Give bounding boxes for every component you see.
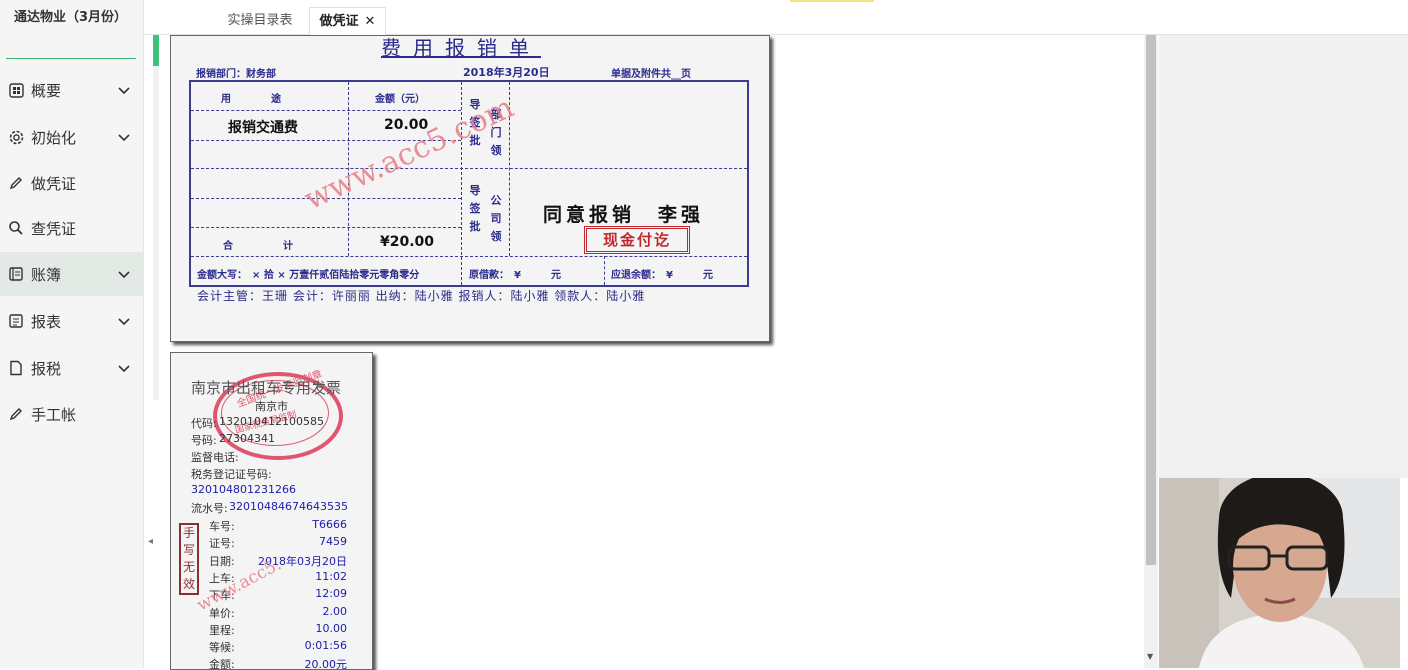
sidebar-item-label: 账簿 xyxy=(31,265,62,284)
receipt-field-value: T6666 xyxy=(312,518,347,531)
number-value: 27304341 xyxy=(219,432,275,445)
tab-bar: 实操目录表 做凭证 ✕ xyxy=(144,0,1408,36)
amount-in-words: 金额大写： × 拾 × 万壹仟贰佰陆拾零元零角零分 xyxy=(197,270,420,281)
collapse-sidebar-icon[interactable]: ◂ xyxy=(148,536,153,547)
sidebar-item-ledger[interactable]: 账簿 xyxy=(0,252,143,296)
phone-label: 监督电话: xyxy=(191,451,239,464)
tax-reg-value: 320104801231266 xyxy=(191,483,296,496)
receipt-field-value: 12:09 xyxy=(315,587,347,601)
sidebar-item-label: 报表 xyxy=(31,312,62,331)
receipt-field-value: 11:02 xyxy=(315,569,347,583)
pen-icon xyxy=(7,174,25,192)
chevron-down-icon xyxy=(118,271,130,279)
scrollbar-thumb[interactable] xyxy=(1146,35,1156,565)
pen-icon xyxy=(7,405,25,423)
leader-sign-b: 导签批 xyxy=(469,184,481,233)
sidebar-item-overview[interactable]: 概要 xyxy=(0,68,143,112)
sidebar-item-init[interactable]: 初始化 xyxy=(0,115,143,159)
close-icon[interactable]: ✕ xyxy=(365,14,376,29)
code-label: 代码: xyxy=(191,417,217,430)
form-signers: 会计主管：王珊 会计：许丽丽 出纳：陆小雅 报销人：陆小雅 领款人：陆小雅 xyxy=(197,289,646,303)
taxi-receipt: 全国统一发票监制章 国家税务局监制 南京市出租车专用发票 南京市 代码: 132… xyxy=(170,352,373,670)
top-accent xyxy=(790,0,874,2)
column-amount: 金额（元） xyxy=(375,94,425,105)
refund-amount: 应退余额： ¥ 元 xyxy=(611,270,713,281)
content-left-border xyxy=(153,35,159,400)
company-leader-label: 公司领 xyxy=(490,194,502,243)
receipt-field-label: 里程: xyxy=(209,623,235,637)
receipt-field-label: 证号: xyxy=(209,537,235,551)
receipt-field-value: 2.00 xyxy=(322,604,348,618)
receipt-field-label: 等候: xyxy=(209,641,235,655)
receipt-field-value: 7459 xyxy=(319,535,347,549)
handwrite-invalid-stamp: 手写无效 xyxy=(179,523,199,595)
sidebar-item-make-voucher[interactable]: 做凭证 xyxy=(0,161,143,205)
search-icon xyxy=(7,219,25,237)
receipt-field-value: 10.00 xyxy=(315,621,348,635)
row-usage: 报销交通费 xyxy=(228,120,298,136)
tab-make-voucher[interactable]: 做凭证 ✕ xyxy=(309,7,386,36)
total-label: 合 计 xyxy=(223,241,293,252)
receipt-watermark: www.acc5. xyxy=(193,554,285,616)
total-amount: ¥20.00 xyxy=(380,234,435,250)
chevron-down-icon xyxy=(118,134,130,142)
advance-amount: 原借款： ¥ 元 xyxy=(469,270,561,281)
report-icon xyxy=(7,312,25,330)
sidebar-item-label: 查凭证 xyxy=(31,219,77,238)
sidebar: 通达物业（3月份） 概要 初始化 做凭证 查凭证 账簿 报表 报税 手工帐 xyxy=(0,0,144,668)
form-department: 报销部门：财务部 xyxy=(196,69,276,80)
chevron-down-icon xyxy=(118,87,130,95)
sidebar-item-tax[interactable]: 报税 xyxy=(0,346,143,390)
sidebar-item-manual-ledger[interactable]: 手工帐 xyxy=(0,392,143,436)
tab-practice-directory[interactable]: 实操目录表 xyxy=(219,7,301,34)
tab-label: 实操目录表 xyxy=(227,13,293,28)
ledger-icon xyxy=(7,265,25,283)
tax-reg-label: 税务登记证号码: xyxy=(191,468,272,481)
sidebar-item-label: 初始化 xyxy=(31,128,77,147)
sidebar-item-label: 手工帐 xyxy=(31,405,77,424)
code-value: 132010412100585 xyxy=(219,415,324,428)
serial-label: 流水号: xyxy=(191,502,228,515)
cash-paid-stamp: 现金付讫 xyxy=(584,226,690,254)
company-name: 通达物业（3月份） xyxy=(14,10,128,25)
column-usage: 用 途 xyxy=(221,94,281,105)
receipt-field-value: 0:01:56 xyxy=(304,639,347,653)
video-edge xyxy=(1400,478,1408,668)
gear-icon xyxy=(7,128,25,146)
webcam-video xyxy=(1159,478,1400,668)
company-divider xyxy=(6,58,136,59)
sidebar-item-view-voucher[interactable]: 查凭证 xyxy=(0,206,143,250)
form-title: 费用报销单 xyxy=(381,36,541,60)
form-attachments: 单据及附件共__页 xyxy=(611,69,691,80)
chevron-down-icon xyxy=(118,318,130,326)
sidebar-item-label: 概要 xyxy=(31,81,62,100)
sidebar-item-reports[interactable]: 报表 xyxy=(0,299,143,343)
receipt-field-label: 日期: xyxy=(209,554,235,568)
form-date: 2018年3月20日 xyxy=(463,66,550,79)
receipt-title: 南京市出租车专用发票 xyxy=(191,379,342,397)
seal-city: 南京市 xyxy=(255,400,288,413)
grid-icon xyxy=(7,81,25,99)
chevron-down-icon xyxy=(118,365,130,373)
expense-reimbursement-form: 费用报销单 报销部门：财务部 2018年3月20日 单据及附件共__页 用 途 … xyxy=(170,35,770,342)
approval-signature: 同意报销 李强 xyxy=(543,204,705,226)
sidebar-item-label: 做凭证 xyxy=(31,174,77,193)
sidebar-item-label: 报税 xyxy=(31,359,62,378)
document-icon xyxy=(7,359,25,377)
scroll-down-icon[interactable]: ▼ xyxy=(1147,652,1153,661)
presenter-image xyxy=(1159,478,1400,668)
number-label: 号码: xyxy=(191,434,217,447)
receipt-field-label: 车号: xyxy=(209,520,235,533)
serial-value: 32010484674643535 xyxy=(229,500,348,513)
active-indicator xyxy=(153,35,159,66)
tab-label: 做凭证 xyxy=(319,14,359,29)
